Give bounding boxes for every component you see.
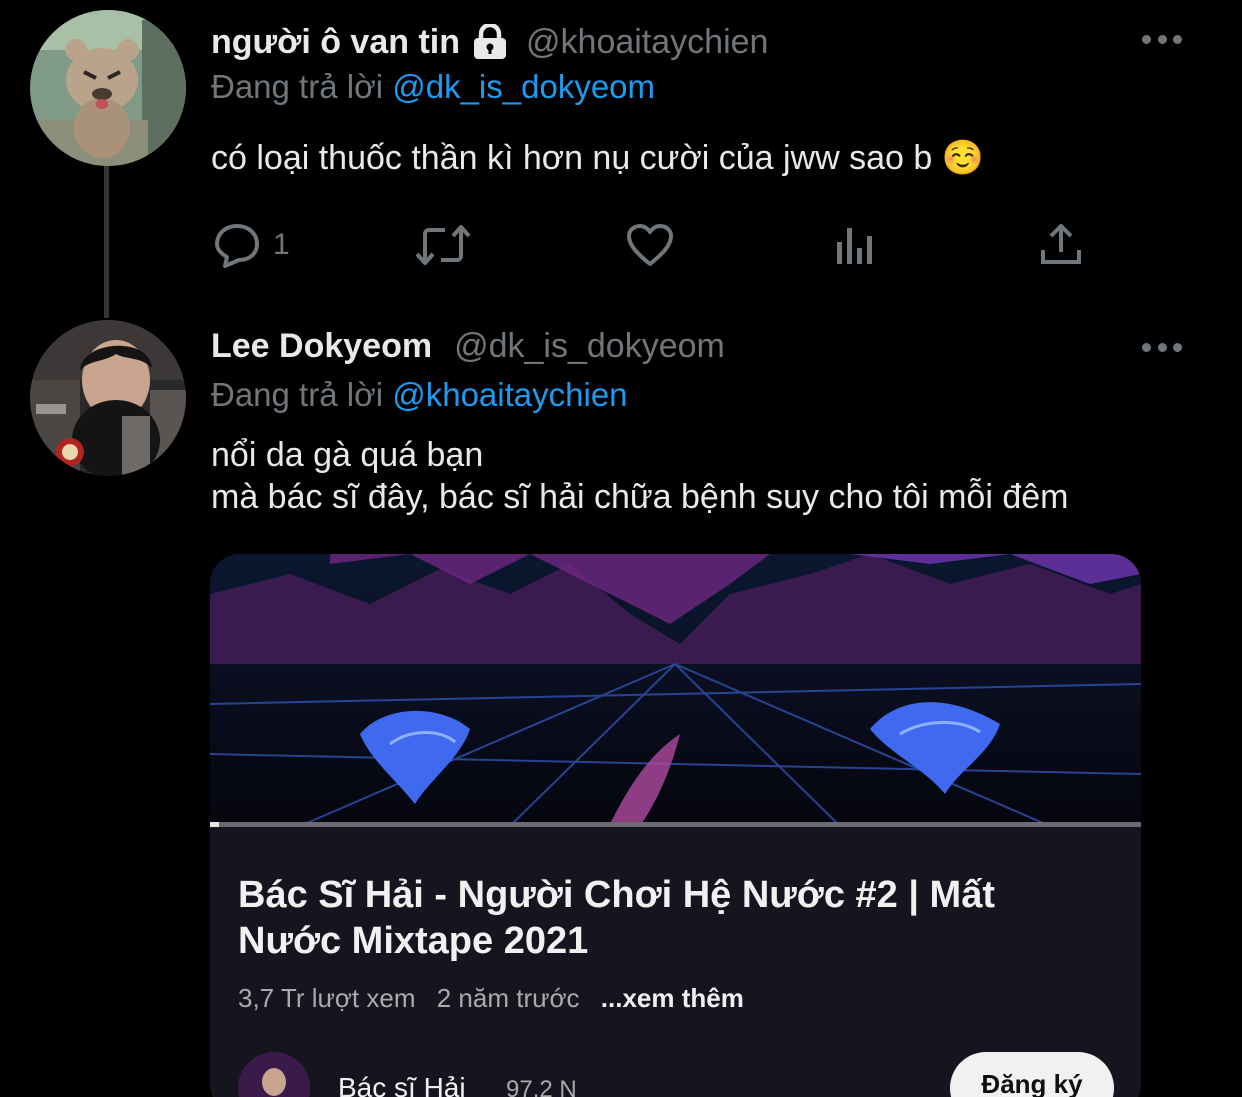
share-button[interactable]: [1039, 222, 1083, 268]
analytics-icon: [833, 222, 877, 268]
video-progress-fill: [210, 822, 220, 827]
video-thumbnail[interactable]: [210, 554, 1141, 827]
tweet-header: người ô van tin @khoaitaychien: [211, 22, 768, 62]
share-icon: [1039, 222, 1083, 268]
tweet-action-bar: 1: [211, 222, 1091, 270]
thread-connector-line: [104, 160, 109, 318]
see-more-link[interactable]: ...xem thêm: [601, 983, 744, 1013]
display-name[interactable]: người ô van tin: [211, 22, 460, 62]
heart-icon: [625, 222, 675, 268]
retweet-icon: [415, 222, 471, 268]
video-progress-bar[interactable]: [210, 822, 1141, 827]
user-handle[interactable]: @khoaitaychien: [526, 22, 768, 62]
channel-row: Bác sĩ Hải 97,2 N Đăng ký: [238, 1052, 1118, 1097]
lock-icon: [470, 24, 510, 60]
avatar[interactable]: [30, 10, 186, 166]
thread-view: người ô van tin @khoaitaychien Đang trả …: [0, 0, 1242, 1097]
channel-name[interactable]: Bác sĩ Hải: [338, 1072, 466, 1097]
more-icon[interactable]: [1142, 340, 1182, 354]
reply-button[interactable]: 1: [213, 222, 290, 268]
replying-to-label: Đang trả lời: [211, 68, 384, 105]
video-title[interactable]: Bác Sĩ Hải - Người Chơi Hệ Nước #2 | Mất…: [238, 872, 1098, 964]
tweet-text: có loại thuốc thần kì hơn nụ cười của jw…: [211, 139, 985, 177]
more-icon[interactable]: [1142, 32, 1182, 46]
subscriber-count: 97,2 N: [506, 1076, 577, 1097]
replying-to-label: Đang trả lời: [211, 376, 384, 413]
replying-to: Đang trả lời @khoaitaychien: [211, 375, 628, 415]
upload-age: 2 năm trước: [436, 983, 580, 1013]
user-handle[interactable]: @dk_is_dokyeom: [454, 326, 725, 366]
like-button[interactable]: [625, 222, 675, 268]
mention-link[interactable]: @dk_is_dokyeom: [392, 68, 655, 105]
subscribe-button[interactable]: Đăng ký: [950, 1052, 1114, 1097]
replying-to: Đang trả lời @dk_is_dokyeom: [211, 67, 655, 107]
tweet-header: Lee Dokyeom @dk_is_dokyeom: [211, 326, 725, 366]
tweet-text-line: mà bác sĩ đây, bác sĩ hải chữa bệnh suy …: [211, 478, 1069, 516]
video-embed-card[interactable]: Bác Sĩ Hải - Người Chơi Hệ Nước #2 | Mất…: [210, 554, 1141, 1097]
view-count: 3,7 Tr lượt xem: [238, 983, 416, 1013]
video-meta: 3,7 Tr lượt xem 2 năm trước ...xem thêm: [238, 982, 758, 1014]
retweet-button[interactable]: [415, 222, 471, 268]
reply-icon: [213, 222, 261, 268]
tweet-text: nổi da gà quá bạn mà bác sĩ đây, bác sĩ …: [211, 434, 1068, 518]
channel-avatar[interactable]: [238, 1052, 310, 1097]
analytics-button[interactable]: [833, 222, 877, 268]
mention-link[interactable]: @khoaitaychien: [392, 376, 627, 413]
display-name[interactable]: Lee Dokyeom: [211, 326, 432, 366]
reply-count: 1: [273, 228, 290, 261]
avatar[interactable]: [30, 320, 186, 476]
tweet-text-line: nổi da gà quá bạn: [211, 436, 484, 474]
